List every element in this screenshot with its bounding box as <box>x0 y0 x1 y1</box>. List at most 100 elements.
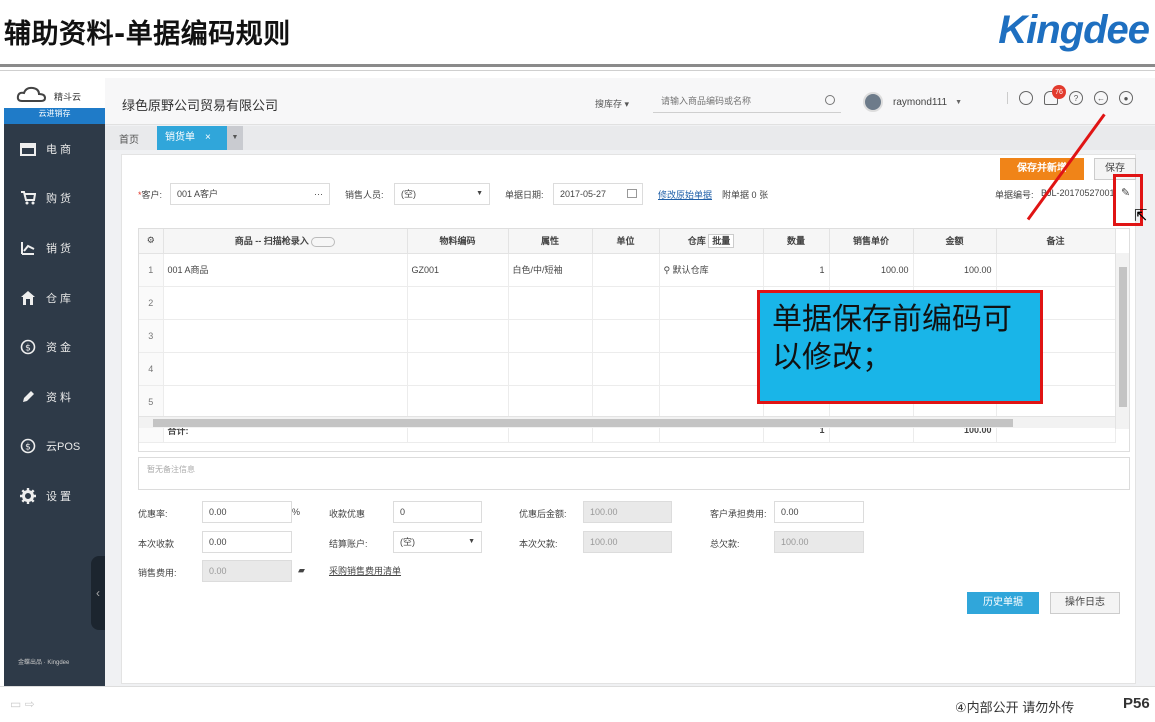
scrollbar-thumb[interactable] <box>1119 267 1127 407</box>
sidebar-item-funds[interactable]: $ 资 金 <box>4 322 105 372</box>
salesperson-label: 销售人员: <box>345 190 384 200</box>
docno-label: 单据编号: <box>995 190 1034 200</box>
search-icon[interactable]: ⚲ <box>664 265 671 275</box>
search-icon[interactable] <box>825 95 835 105</box>
operation-log-button[interactable]: 操作日志 <box>1050 592 1120 614</box>
brand-sub: 云进销存 <box>4 108 105 120</box>
user-menu[interactable]: raymond111 ▼ <box>863 91 962 113</box>
sidebar-item-pos[interactable]: $ 云POS <box>4 422 105 472</box>
warehouse-icon <box>20 290 36 306</box>
sidebar-item-settings[interactable]: 设 置 <box>4 471 105 521</box>
pencil-icon <box>20 389 36 405</box>
after-discount-field: 100.00 <box>583 501 672 523</box>
modify-original-link[interactable]: 修改原始单据 <box>658 188 712 201</box>
sidebar-collapse-button[interactable]: ‹ <box>91 556 105 630</box>
sidebar-item-data[interactable]: 资 料 <box>4 372 105 422</box>
date-field[interactable]: 2017-05-27 <box>553 183 643 205</box>
slide-nav-icons[interactable]: ▭ ⇨ <box>10 697 35 711</box>
col-qty: 数量 <box>763 229 830 254</box>
search-scope-label: 搜库存 <box>595 99 623 109</box>
owed-label: 本次欠款: <box>519 539 558 549</box>
sales-order-form: 保存并新增 保存 *客户: 001 A客户 ··· 销售人员: (空) ▼ 单据日期… <box>121 154 1136 684</box>
calendar-icon[interactable] <box>627 189 637 198</box>
power-icon[interactable]: ● <box>1119 91 1133 105</box>
sidebar-item-label: 仓 库 <box>46 292 72 305</box>
chevron-down-icon: ▼ <box>476 190 483 197</box>
bell-icon[interactable]: 76 <box>1044 85 1066 105</box>
sidebar-item-warehouse[interactable]: 仓 库 <box>4 273 105 323</box>
customer-field[interactable]: 001 A客户 ··· <box>170 183 330 205</box>
cursor-icon: ⇱ <box>1134 208 1148 225</box>
avatar <box>863 92 883 112</box>
close-icon[interactable]: × <box>205 132 211 143</box>
col-remark: 备注 <box>996 229 1116 254</box>
customer-fee-field[interactable]: 0.00 <box>774 501 864 523</box>
received-field[interactable]: 0.00 <box>202 531 292 553</box>
docno-value[interactable]: BJL-20170527001 <box>1041 188 1116 198</box>
scan-toggle[interactable] <box>311 236 336 247</box>
sidebar: 精斗云 云进销存 电 商 购 货 销 货 仓 库 $ 资 金 资 料 $ 云PO… <box>4 78 105 686</box>
sidebar-item-sales[interactable]: 销 货 <box>4 223 105 273</box>
svg-text:$: $ <box>25 344 31 354</box>
callout-note: 单据保存前编码可以修改； <box>757 290 1043 404</box>
more-icon[interactable]: ··· <box>314 184 323 204</box>
sidebar-item-label: 销 货 <box>46 242 72 255</box>
owed-field: 100.00 <box>583 531 672 553</box>
notification-badge: 76 <box>1052 85 1066 99</box>
sidebar-footer: 金蝶出品 · Kingdee <box>18 660 70 666</box>
col-code: 物料编码 <box>407 229 509 254</box>
brand-name: 精斗云 <box>54 92 82 102</box>
customer-label: *客户: <box>138 190 163 200</box>
purchase-fee-link[interactable]: 采购销售费用清单 <box>329 564 401 577</box>
percent-sign: % <box>292 507 301 517</box>
money-icon: $ <box>20 339 36 355</box>
chevron-down-icon: ▾ <box>624 99 630 109</box>
table-row[interactable]: 1 001 A商品 GZ001 白色/中/短袖 ⚲ 默认仓库 1 100.00 … <box>139 253 1116 287</box>
page-number: P56 <box>1123 695 1150 712</box>
chevron-down-icon: ▼ <box>468 538 475 545</box>
col-unit: 单位 <box>592 229 660 254</box>
discount-amount-field[interactable]: 0 <box>393 501 482 523</box>
help-icon[interactable]: ? <box>1069 91 1083 105</box>
headset-icon[interactable] <box>1019 91 1033 105</box>
received-label: 本次收款 <box>138 539 175 549</box>
account-select[interactable]: (空) ▼ <box>393 531 482 553</box>
gear-icon[interactable]: ⚙ <box>139 229 164 254</box>
tab-home[interactable]: 首页 <box>119 131 139 146</box>
horizontal-scrollbar[interactable] <box>139 416 1115 428</box>
back-icon[interactable]: ← <box>1094 91 1108 105</box>
search-scope-dropdown[interactable]: 搜库存 ▾ <box>595 97 629 110</box>
remark-textarea[interactable]: 暂无备注信息 <box>138 457 1130 490</box>
slide-footer: ▭ ⇨ ④内部公开 请勿外传 P56 <box>0 686 1155 722</box>
tab-more-button[interactable]: ▼ <box>227 126 243 150</box>
company-name: 绿色原野公司贸易有限公司 <box>122 98 279 113</box>
confidentiality-note: ④内部公开 请勿外传 <box>955 700 1075 715</box>
sidebar-item-ecommerce[interactable]: 电 商 <box>4 124 105 174</box>
search-box <box>653 91 841 113</box>
discount-amount-label: 收款优惠 <box>329 509 366 519</box>
total-owed-field: 100.00 <box>774 531 864 553</box>
pos-icon: $ <box>20 438 36 454</box>
col-attr: 属性 <box>508 229 593 254</box>
history-button[interactable]: 历史单据 <box>967 592 1039 614</box>
slide-divider-thin <box>0 70 1155 71</box>
vertical-scrollbar[interactable] <box>1115 253 1129 429</box>
sidebar-item-label: 购 货 <box>46 193 72 206</box>
tab-label: 销货单 <box>165 132 195 143</box>
folder-icon[interactable]: ▰ <box>298 565 305 576</box>
discount-rate-field[interactable]: 0.00 <box>202 501 292 523</box>
search-input[interactable] <box>653 91 813 111</box>
scrollbar-thumb[interactable] <box>153 419 1013 427</box>
table-header: ⚙ 商品 -- 扫描枪录入 物料编码 属性 单位 仓库 批量 数量 销售单价 金… <box>139 229 1116 254</box>
app-logo[interactable]: 精斗云 云进销存 <box>4 78 105 124</box>
shop-icon <box>20 141 36 157</box>
sidebar-item-purchase[interactable]: 购 货 <box>4 174 105 224</box>
svg-text:$: $ <box>25 443 31 453</box>
col-price: 销售单价 <box>829 229 914 254</box>
discount-rate-label: 优惠率: <box>138 509 168 519</box>
after-discount-label: 优惠后金额: <box>519 509 567 519</box>
batch-button[interactable]: 批量 <box>708 234 735 249</box>
tab-sales-order[interactable]: 销货单 × <box>157 126 227 150</box>
salesperson-select[interactable]: (空) ▼ <box>394 183 490 205</box>
sales-fee-label: 销售费用: <box>138 568 177 578</box>
